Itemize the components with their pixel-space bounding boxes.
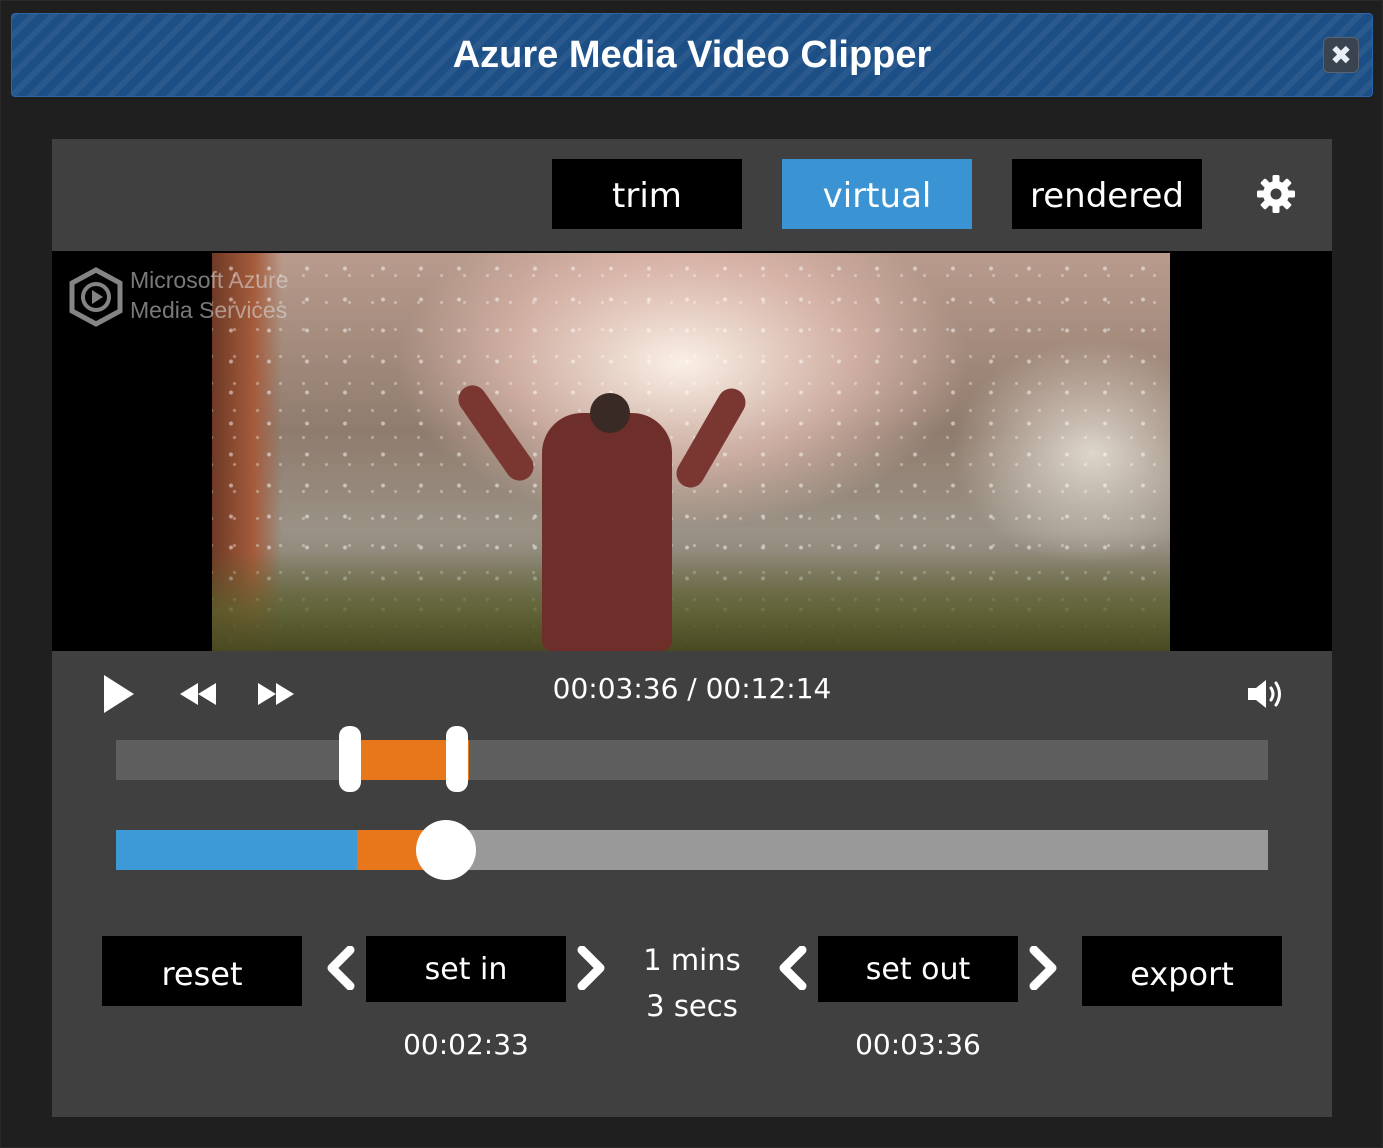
chevron-left-icon[interactable] [324, 946, 358, 990]
play-icon[interactable] [102, 673, 136, 715]
watermark-line-1: Microsoft Azure [130, 267, 289, 293]
chevron-right-icon[interactable] [1026, 946, 1060, 990]
clip-range-track[interactable] [116, 726, 1268, 792]
export-button[interactable]: export [1082, 936, 1282, 1006]
chevron-left-icon[interactable] [776, 946, 810, 990]
out-timecode: 00:03:36 [855, 1028, 981, 1061]
trim-mode-button[interactable]: trim [552, 159, 742, 229]
media-services-watermark: Microsoft Azure Media Services [68, 265, 348, 329]
playback-progress-track[interactable] [116, 820, 1268, 880]
set-in-button[interactable]: set in [366, 936, 566, 1002]
set-out-button[interactable]: set out [818, 936, 1018, 1002]
close-icon: ✖ [1330, 40, 1352, 70]
reset-button[interactable]: reset [102, 936, 302, 1006]
rewind-icon[interactable] [178, 681, 218, 707]
mode-bar: trim virtual rendered [52, 139, 1332, 251]
title-bar[interactable]: Azure Media Video Clipper ✖ [11, 13, 1373, 97]
duration-mins: 1 mins [643, 943, 741, 977]
video-frame [212, 253, 1170, 651]
player-controls: 00:03:36 / 00:12:14 reset set in 00:02:3… [52, 651, 1332, 1117]
clip-in-handle[interactable] [339, 726, 361, 792]
clip-out-handle[interactable] [446, 726, 468, 792]
gear-icon[interactable] [1256, 174, 1296, 214]
media-services-logo-icon [69, 267, 123, 327]
video-viewport[interactable]: Microsoft Azure Media Services [52, 251, 1332, 651]
rendered-mode-button[interactable]: rendered [1012, 159, 1202, 229]
clip-duration: 1 mins 3 secs [612, 937, 772, 1029]
duration-secs: 3 secs [646, 989, 738, 1023]
chevron-right-icon[interactable] [574, 946, 608, 990]
clipper-window: Azure Media Video Clipper ✖ trim virtual… [0, 0, 1383, 1148]
played-portion [116, 830, 357, 870]
fast-forward-icon[interactable] [256, 681, 296, 707]
window-title: Azure Media Video Clipper [452, 34, 932, 76]
virtual-mode-button[interactable]: virtual [782, 159, 972, 229]
in-timecode: 00:02:33 [403, 1028, 529, 1061]
clipper-panel: trim virtual rendered Microsoft Azure Me… [52, 139, 1332, 1117]
close-button[interactable]: ✖ [1323, 37, 1359, 73]
time-display: 00:03:36 / 00:12:14 [552, 672, 832, 705]
watermark-line-2: Media Services [130, 297, 288, 323]
volume-icon[interactable] [1246, 677, 1288, 711]
scrub-knob[interactable] [416, 820, 476, 880]
